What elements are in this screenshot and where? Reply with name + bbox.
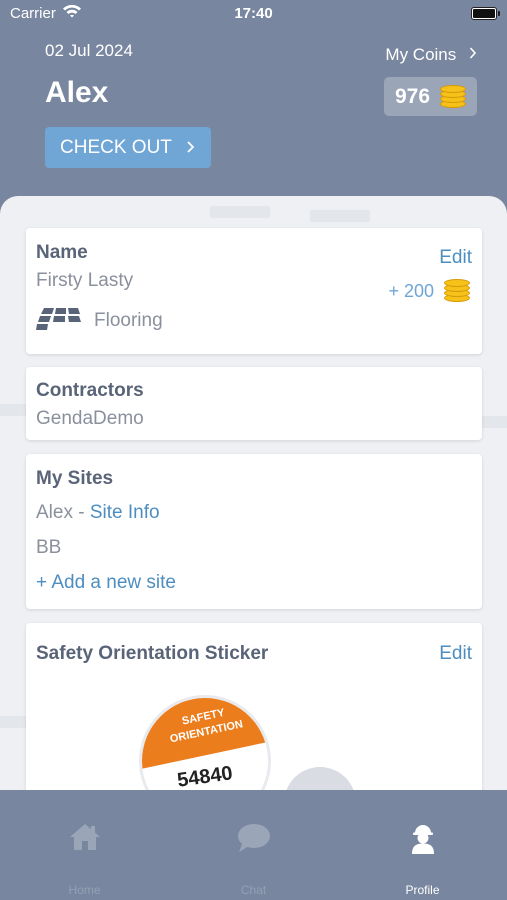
chat-icon: [169, 822, 338, 854]
status-bar: Carrier 17:40: [0, 0, 507, 30]
background-pattern: [310, 210, 370, 222]
tab-profile[interactable]: Profile: [338, 790, 507, 900]
chevron-right-icon: [186, 136, 196, 164]
check-out-label: CHECK OUT: [60, 136, 172, 158]
tab-bar: Home Chat Profile: [0, 790, 507, 900]
tab-home[interactable]: Home: [0, 790, 169, 900]
site-row: Alex - Site Info: [36, 502, 160, 524]
safety-sticker-card: Safety Orientation Sticker Edit SAFETY O…: [26, 623, 482, 796]
background-pattern: [0, 716, 26, 728]
battery-icon: [471, 7, 500, 20]
profile-icon: [338, 822, 507, 854]
contractors-card: Contractors GendaDemo: [26, 367, 482, 440]
coin-bonus: + 200: [388, 279, 470, 302]
contractor-name: GendaDemo: [36, 408, 144, 429]
status-time: 17:40: [234, 5, 273, 22]
background-pattern: [0, 404, 26, 416]
site-info-link[interactable]: Site Info: [90, 502, 160, 523]
tab-chat[interactable]: Chat: [169, 790, 338, 900]
my-sites-title: My Sites: [36, 468, 114, 489]
safety-sticker: SAFETY ORIENTATION 54840 ALEX: [139, 695, 271, 796]
current-date: 02 Jul 2024: [45, 41, 133, 60]
site-name: Alex -: [36, 502, 85, 523]
tab-chat-label: Chat: [240, 883, 267, 897]
my-coins-label: My Coins: [385, 45, 457, 64]
contractors-title: Contractors: [36, 380, 144, 401]
site-name: BB: [36, 537, 62, 558]
coins-count: 976: [394, 84, 431, 108]
sticker-title: Safety Orientation Sticker: [36, 643, 269, 664]
check-out-button[interactable]: CHECK OUT: [45, 127, 211, 168]
tab-profile-label: Profile: [405, 883, 440, 897]
user-name: Alex: [45, 76, 109, 109]
tab-home-label: Home: [68, 883, 101, 897]
flooring-icon: [36, 308, 82, 330]
background-pattern: [482, 416, 507, 428]
background-pattern: [210, 206, 270, 218]
edit-sticker-button[interactable]: Edit: [439, 643, 472, 665]
edit-profile-button[interactable]: Edit: [439, 247, 472, 269]
home-icon: [0, 822, 169, 852]
trade-label: Flooring: [94, 310, 163, 331]
chevron-right-icon: [469, 45, 477, 64]
name-title: Name: [36, 242, 88, 263]
coins-icon: [440, 84, 467, 108]
full-name: Firsty Lasty: [36, 270, 134, 291]
profile-card: Name Edit Firsty Lasty + 200 Flooring: [26, 228, 482, 354]
my-sites-card: My Sites Alex - Site Info BB + Add a new…: [26, 454, 482, 609]
add-site-button[interactable]: + Add a new site: [36, 572, 176, 594]
main-content[interactable]: Name Edit Firsty Lasty + 200 Flooring Co…: [0, 196, 507, 796]
coins-icon: [444, 279, 470, 302]
coins-balance[interactable]: 976: [384, 77, 477, 116]
bonus-amount: + 200: [388, 280, 434, 301]
my-coins-link[interactable]: My Coins: [385, 45, 477, 65]
